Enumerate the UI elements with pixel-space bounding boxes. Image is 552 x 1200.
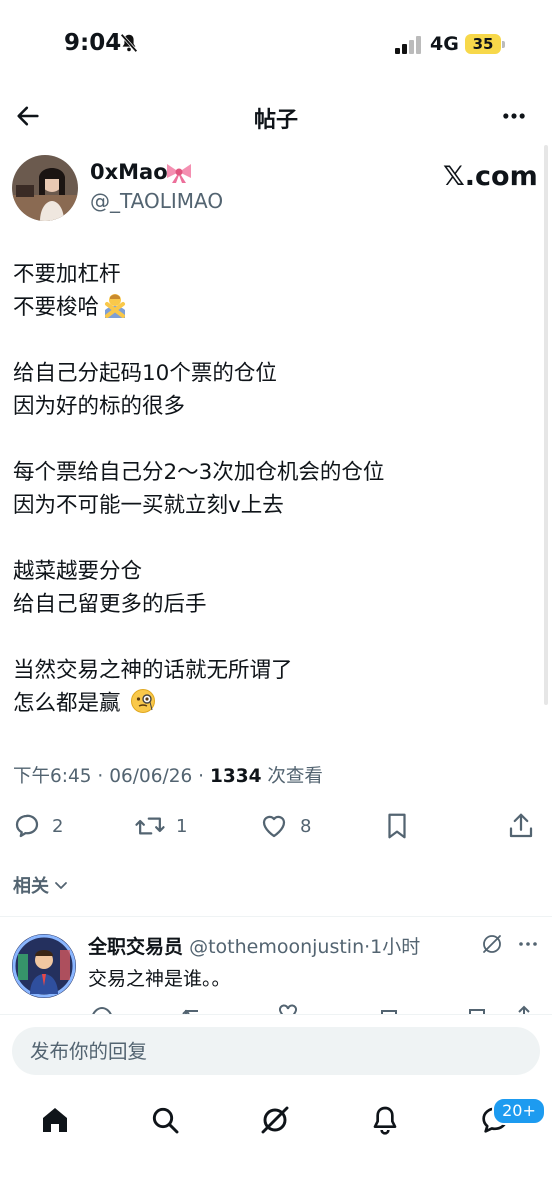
bell-icon bbox=[373, 1106, 397, 1135]
battery-tip bbox=[502, 41, 505, 48]
search-icon bbox=[152, 1107, 179, 1134]
reply-count: 2 bbox=[52, 815, 64, 837]
reply-input[interactable] bbox=[12, 1027, 510, 1075]
tweet-line: 给自己留更多的后手 bbox=[13, 592, 207, 617]
author-handle[interactable]: @_TAOLIMAO bbox=[90, 189, 223, 213]
cellular-signal-icon bbox=[395, 36, 423, 54]
section-divider bbox=[0, 916, 552, 917]
tweet-line: 怎么都是赢 bbox=[13, 687, 533, 720]
status-time: 9:04 bbox=[64, 30, 122, 56]
reply-item[interactable]: 全职交易员 @tothemoonjustin·1小时 交易之神是谁。。 bbox=[0, 918, 552, 1014]
reply-bubble-icon bbox=[15, 814, 39, 838]
tweet-line: 每个票给自己分2～3次加仓机会的仓位 bbox=[13, 460, 385, 485]
grok-icon[interactable] bbox=[480, 932, 504, 956]
tweet-line: 越菜越要分仓 bbox=[13, 559, 143, 584]
reply-avatar[interactable] bbox=[12, 934, 76, 998]
messages-badge: 20+ bbox=[492, 1097, 546, 1125]
retweet-icon bbox=[135, 817, 165, 835]
like-count: 8 bbox=[300, 815, 312, 837]
reply-text: 交易之神是谁。。 bbox=[88, 968, 231, 990]
top-bar: 帖子 bbox=[0, 90, 552, 144]
tweet-text: 不要加杠杆 不要梭哈 给自己分起码10个票的仓位 因为好的标的很多 每个票给自己… bbox=[13, 258, 533, 720]
tweet-actions: 2 1 8 bbox=[0, 806, 552, 846]
bell-slash-icon bbox=[120, 33, 138, 53]
tab-home[interactable] bbox=[33, 1098, 77, 1142]
network-type: 4G bbox=[430, 33, 459, 55]
tweet-date[interactable]: 06/06/26 bbox=[109, 766, 192, 787]
reply-author-name[interactable]: 全职交易员 bbox=[88, 936, 183, 958]
reply-time: 1小时 bbox=[370, 936, 421, 958]
reply-author-handle[interactable]: @tothemoonjustin bbox=[189, 936, 364, 958]
face-with-monocle-emoji-icon bbox=[131, 689, 156, 713]
tab-notifications[interactable] bbox=[363, 1098, 407, 1142]
share-button[interactable] bbox=[506, 806, 536, 846]
chevron-down-icon bbox=[55, 882, 67, 889]
status-bar: 9:04 4G 35 bbox=[0, 0, 552, 90]
tweet-line: 当然交易之神的话就无所谓了 bbox=[13, 658, 293, 683]
person-gesturing-no-emoji-icon bbox=[105, 294, 126, 318]
reply-more-options-icon[interactable] bbox=[516, 932, 540, 956]
view-label: 次查看 bbox=[267, 766, 323, 787]
ribbon-bow-icon bbox=[167, 164, 191, 183]
reply-header: 全职交易员 @tothemoonjustin·1小时 bbox=[88, 936, 421, 958]
battery-level: 35 bbox=[465, 34, 501, 54]
tweet-line: 不要加杠杆 bbox=[13, 262, 121, 287]
home-icon bbox=[43, 1108, 67, 1132]
related-label: 相关 bbox=[13, 876, 49, 897]
retweet-count: 1 bbox=[176, 815, 188, 837]
tab-grok[interactable] bbox=[253, 1098, 297, 1142]
reply-button[interactable]: 2 bbox=[12, 806, 63, 846]
bookmark-icon bbox=[388, 813, 406, 839]
tweet-line: 因为不可能一买就立刻v上去 bbox=[13, 493, 284, 518]
tweet-time[interactable]: 下午6:45 bbox=[13, 766, 92, 787]
reply-compose-box[interactable] bbox=[12, 1027, 540, 1075]
author-avatar[interactable] bbox=[12, 155, 78, 221]
like-button[interactable]: 8 bbox=[258, 806, 311, 846]
view-count[interactable]: 1334 bbox=[210, 766, 262, 787]
tweet-line: 因为好的标的很多 bbox=[13, 394, 186, 419]
tweet-line: 不要梭哈 bbox=[13, 291, 533, 324]
author-name[interactable]: 0xMao bbox=[90, 160, 168, 184]
heart-icon bbox=[262, 815, 286, 838]
grok-icon bbox=[261, 1106, 289, 1134]
bookmark-button[interactable] bbox=[382, 806, 412, 846]
page-title: 帖子 bbox=[253, 108, 298, 133]
scrollbar[interactable] bbox=[544, 145, 548, 705]
bottom-tab-bar bbox=[0, 1088, 552, 1152]
x-com-watermark: 𝕏.com bbox=[443, 161, 538, 192]
compose-divider bbox=[0, 1014, 552, 1015]
tweet-line: 给自己分起码10个票的仓位 bbox=[13, 361, 277, 386]
tab-search[interactable] bbox=[143, 1098, 187, 1142]
related-toggle[interactable]: 相关 bbox=[13, 872, 69, 898]
retweet-button[interactable]: 1 bbox=[134, 806, 187, 846]
more-options-icon[interactable] bbox=[500, 102, 528, 130]
reply-actions-row bbox=[92, 1004, 530, 1014]
tweet-meta: 下午6:45 · 06/06/26 · 1334 次查看 bbox=[13, 766, 323, 787]
share-icon bbox=[509, 813, 533, 838]
